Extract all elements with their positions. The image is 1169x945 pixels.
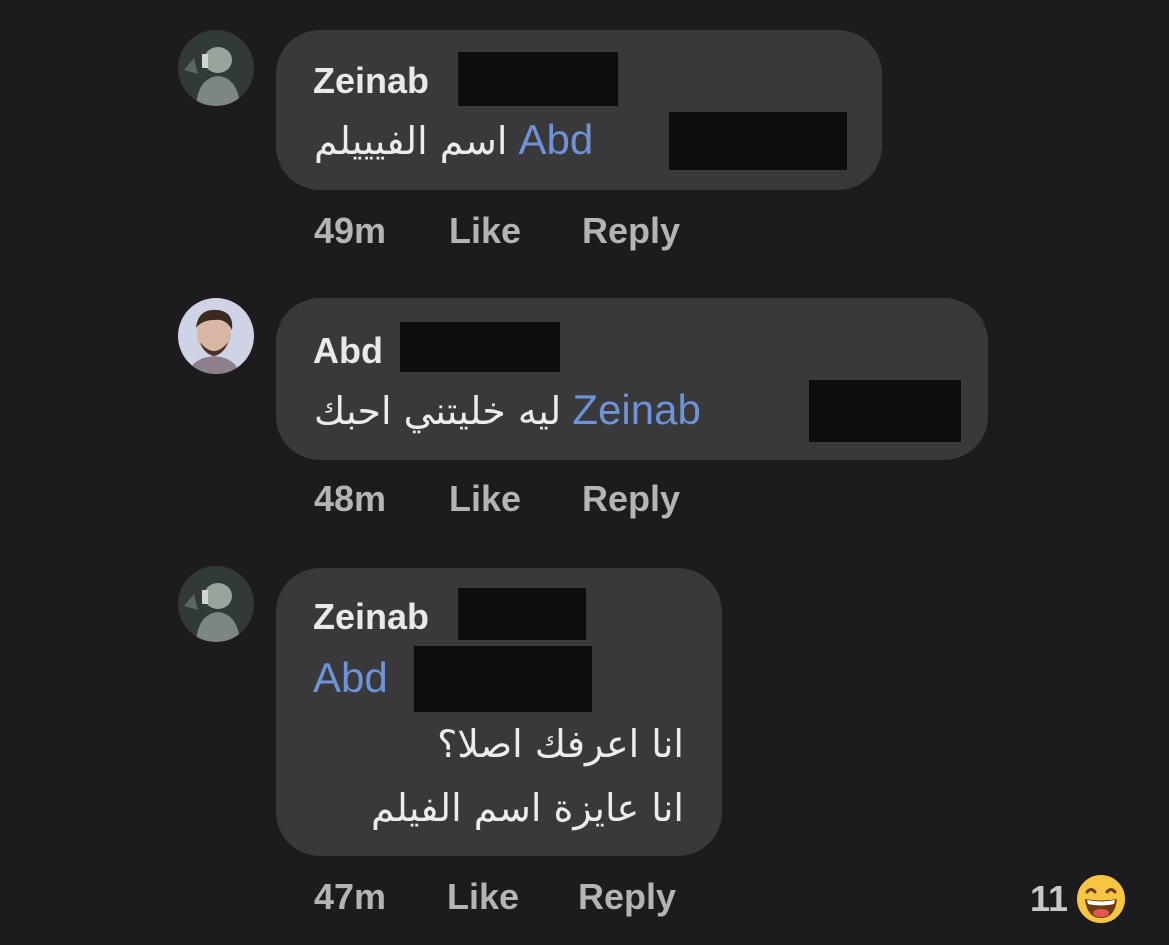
comment-timestamp: 47m — [314, 876, 387, 917]
reply-button[interactable]: Reply — [582, 478, 680, 520]
mention-link[interactable]: Zeinab — [572, 386, 700, 433]
avatar[interactable] — [178, 30, 254, 106]
redacted-mention-surname — [669, 112, 847, 170]
redacted-surname — [458, 588, 586, 640]
comment-actions: 47m — [314, 876, 386, 918]
comment-author[interactable]: Zeinab — [313, 596, 429, 638]
comment-author[interactable]: Abd — [313, 330, 383, 372]
redacted-surname — [400, 322, 560, 372]
comment-bubble: Zeinab اسم الفيييلم Abd — [276, 30, 882, 190]
comment-text-line: اسم الفيييلم Abd — [314, 116, 593, 166]
avatar[interactable] — [178, 566, 254, 642]
like-button[interactable]: Like — [449, 478, 521, 520]
reply-button[interactable]: Reply — [578, 876, 676, 918]
reply-button[interactable]: Reply — [582, 210, 680, 252]
laughing-emoji-icon — [1075, 873, 1128, 925]
comment-author[interactable]: Zeinab — [313, 60, 429, 102]
redacted-mention-surname — [414, 646, 592, 712]
comment-actions: 48m — [314, 478, 386, 520]
comment-bubble: Zeinab Abd انا اعرفك اصلا؟ انا عايزة اسم… — [276, 568, 722, 856]
comment-text-line: ليه خليتني احبك Zeinab — [314, 386, 701, 436]
reaction-count: 11 — [1030, 878, 1069, 919]
reaction-summary[interactable]: 11 — [1030, 872, 1128, 926]
comment-actions: 49m — [314, 210, 386, 252]
like-button[interactable]: Like — [449, 210, 521, 252]
like-button[interactable]: Like — [447, 876, 519, 918]
avatar[interactable] — [178, 298, 254, 374]
comment-text: ليه خليتني احبك — [314, 389, 562, 433]
comment-bubble: Abd ليه خليتني احبك Zeinab — [276, 298, 988, 460]
comment-text: اسم الفيييلم — [314, 119, 508, 163]
redacted-mention-surname — [809, 380, 961, 442]
comment-timestamp: 48m — [314, 478, 387, 519]
mention-link[interactable]: Abd — [313, 654, 388, 702]
comment-timestamp: 49m — [314, 210, 387, 251]
redacted-surname — [458, 52, 618, 106]
avatar-image — [178, 30, 254, 106]
comment-text-line: انا عايزة اسم الفيلم — [370, 786, 684, 830]
mention-link[interactable]: Abd — [519, 116, 594, 163]
avatar-image — [178, 298, 254, 374]
avatar-image — [178, 566, 254, 642]
comment-text-line: انا اعرفك اصلا؟ — [437, 722, 684, 766]
